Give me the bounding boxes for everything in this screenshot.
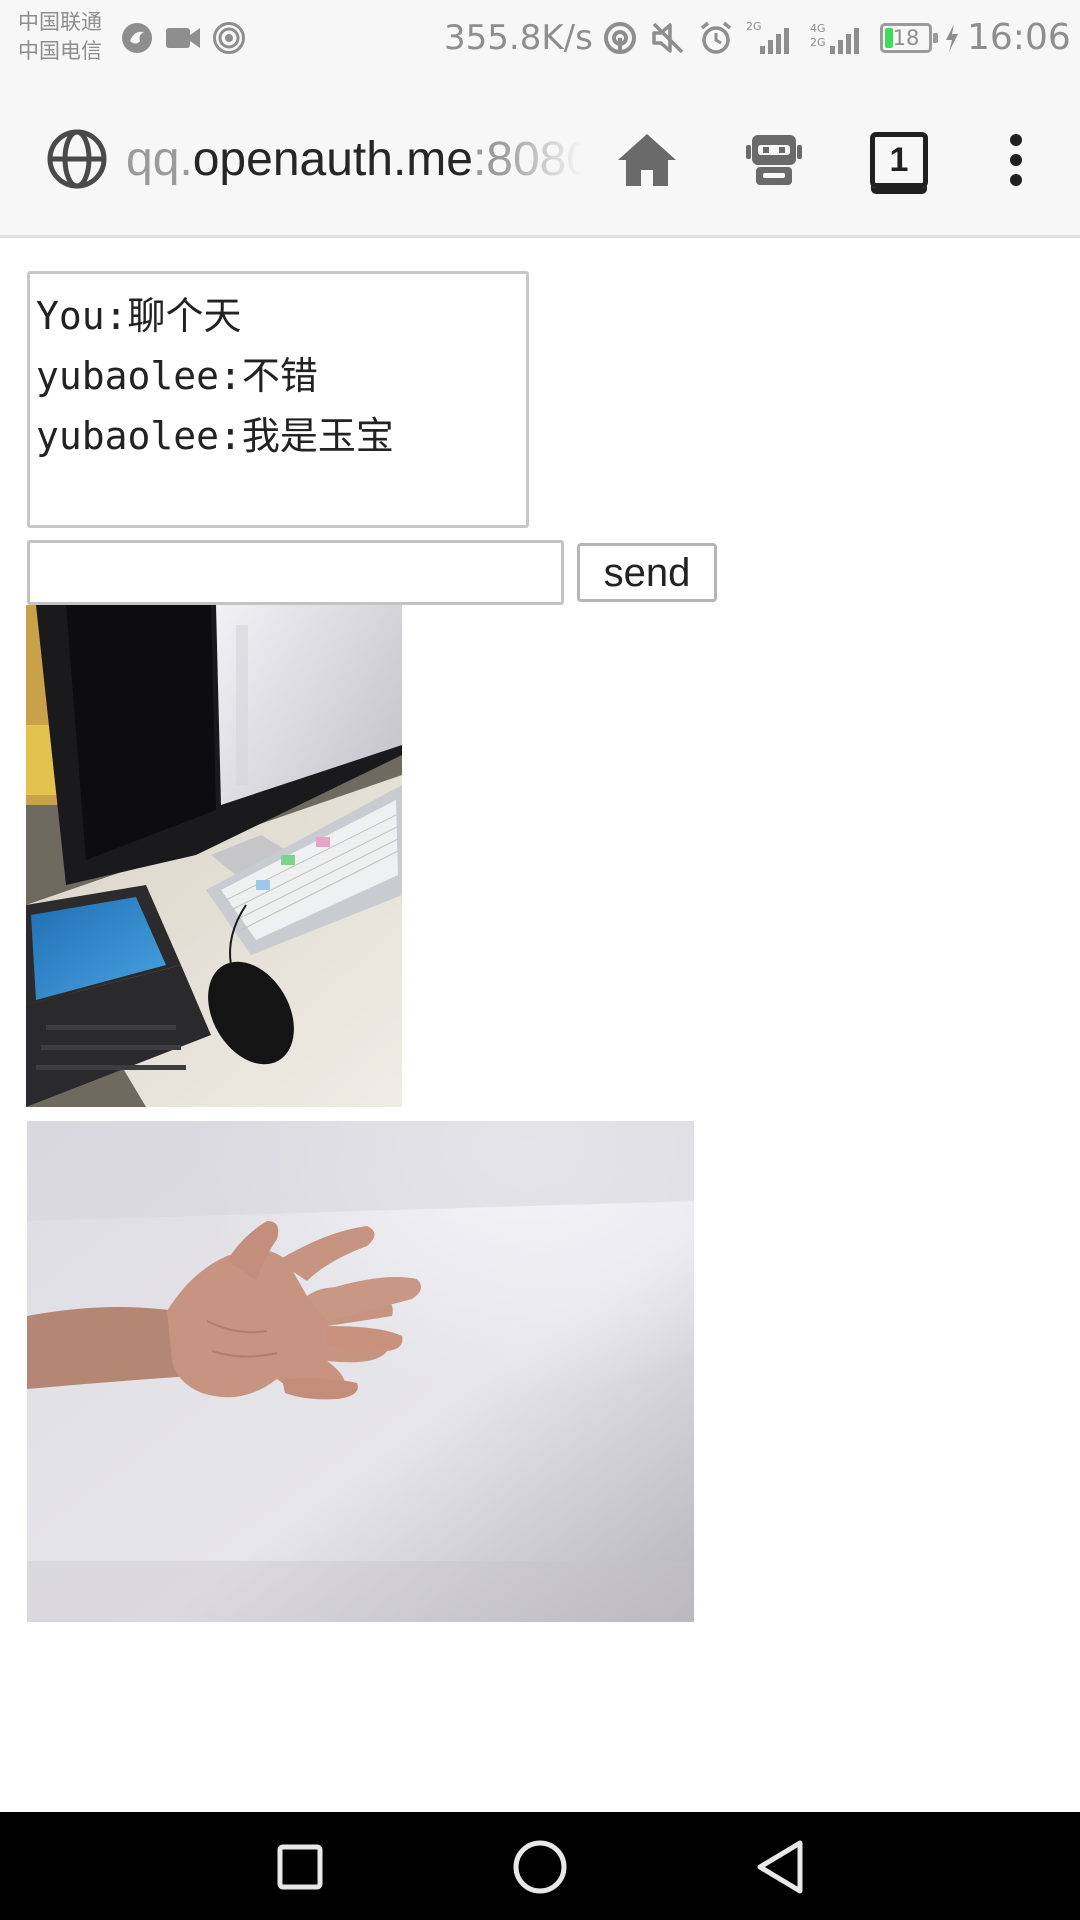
status-bar: 中国联通 中国电信 355.8K/s 2G 4G 2G 18 16:06 (0, 0, 1080, 78)
battery-fill (885, 28, 893, 48)
assistant-button[interactable] (732, 118, 816, 202)
carrier-2: 中国电信 (18, 39, 102, 63)
tab-switcher-button[interactable]: 1 (857, 118, 941, 202)
system-icons: 2G 4G 2G 18 (602, 16, 960, 60)
back-triangle-icon (757, 1840, 803, 1894)
tab-count: 1 (870, 132, 928, 188)
message-input[interactable] (27, 540, 564, 605)
more-vertical-icon (1010, 134, 1022, 186)
signal-sim2-icon: 4G 2G (810, 22, 859, 54)
net-type-1: 2G (746, 20, 762, 33)
system-nav-bar (0, 1812, 1080, 1920)
mute-icon (652, 22, 684, 54)
battery-indicator: 18 (880, 23, 938, 53)
send-button[interactable]: send (577, 543, 717, 602)
browser-toolbar: qq.openauth.me:8080 1 (0, 78, 1080, 238)
desk-photo (26, 605, 402, 1107)
battery-cap (933, 33, 938, 43)
signal-sim1-icon: 2G (746, 20, 789, 54)
circle-icon (513, 1840, 567, 1894)
globe-icon[interactable] (46, 128, 108, 190)
charging-icon (946, 24, 958, 52)
notification-icons (120, 18, 246, 58)
alarm-clock-icon (700, 21, 732, 54)
chat-log[interactable]: You:聊个天 yubaolee:不错 yubaolee:我是玉宝 (27, 271, 529, 528)
back-button[interactable] (740, 1832, 820, 1902)
carrier-1: 中国联通 (18, 10, 102, 34)
net-type-2a: 4G (810, 22, 826, 35)
url-prefix: qq. (126, 133, 193, 186)
url-host: openauth.me (192, 133, 473, 186)
url-port: :8080 (472, 133, 582, 186)
video-camera-icon (166, 28, 200, 48)
square-icon (277, 1844, 323, 1890)
chat-message: yubaolee:不错 (36, 354, 318, 398)
home-icon (618, 134, 676, 186)
battery-level: 18 (892, 26, 920, 50)
overflow-menu-button[interactable] (974, 118, 1058, 202)
chat-message: You:聊个天 (36, 294, 242, 338)
address-bar[interactable]: qq.openauth.me:8080 (126, 130, 582, 190)
network-speed: 355.8K/s (444, 18, 593, 58)
robot-icon (746, 135, 802, 185)
clock: 16:06 (967, 17, 1071, 58)
nfc-icon (604, 22, 636, 54)
carrier-info: 中国联通 中国电信 (18, 8, 118, 66)
hand-photo (27, 1121, 694, 1622)
app-notification-icon (122, 23, 152, 53)
net-type-2b: 2G (810, 36, 826, 49)
recent-apps-button[interactable] (260, 1832, 340, 1902)
hotspot-icon (213, 22, 245, 54)
chat-message: yubaolee:我是玉宝 (36, 414, 394, 458)
home-nav-button[interactable] (500, 1832, 580, 1902)
home-button[interactable] (605, 118, 689, 202)
